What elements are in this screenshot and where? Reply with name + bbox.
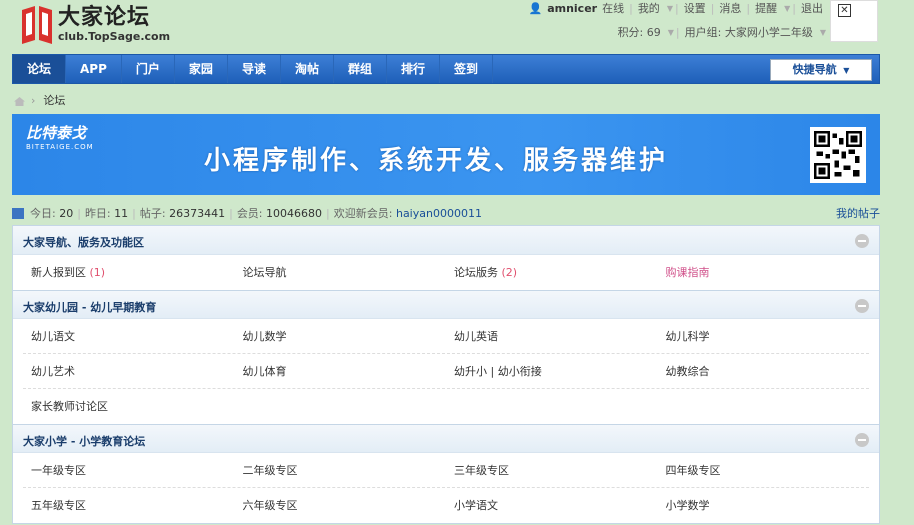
chart-icon (12, 207, 24, 219)
collapse-icon[interactable] (855, 299, 869, 313)
forum-item[interactable]: 幼儿语文 (23, 319, 235, 353)
my-posts-link[interactable]: 我的帖子 (836, 205, 880, 221)
forum-item[interactable]: 小学数学 (658, 488, 870, 523)
nav-forum[interactable]: 论坛 (13, 55, 67, 83)
stat-today: 20 (59, 206, 74, 220)
category-header: 大家幼儿园 - 幼儿早期教育 (13, 290, 879, 319)
banner-logo-sub: BITETAIGE.COM (26, 143, 94, 151)
stat-posts-label: 帖子: (139, 207, 166, 220)
forum-item[interactable]: 幼儿数学 (235, 319, 447, 353)
forum-item[interactable]: 幼儿英语 (446, 319, 658, 353)
stat-members-label: 会员: (236, 207, 263, 220)
chevron-down-icon: ▼ (840, 66, 850, 75)
forum-item[interactable]: 五年级专区 (23, 488, 235, 523)
forum-item[interactable]: 六年级专区 (235, 488, 447, 523)
stat-yesterday-label: 昨日: (84, 207, 111, 220)
chevron-down-icon: ▼ (667, 27, 674, 37)
nav-guide[interactable]: 导读 (228, 55, 281, 83)
menu-notifications[interactable]: 提醒 (750, 0, 782, 16)
nav-collection[interactable]: 淘帖 (281, 55, 334, 83)
breadcrumb-separator: › (31, 93, 36, 107)
nav-app[interactable]: APP (66, 55, 122, 83)
newest-member-link[interactable]: haiyan0000011 (396, 207, 482, 220)
logo-title: 大家论坛 (58, 4, 151, 30)
user-icon: 👤 (528, 1, 543, 15)
forum-item[interactable]: 幼教综合 (658, 354, 870, 388)
category-title[interactable]: 大家导航、版务及功能区 (23, 234, 144, 250)
breadcrumb-current[interactable]: 论坛 (43, 92, 65, 108)
category-title[interactable]: 大家幼儿园 - 幼儿早期教育 (23, 299, 156, 315)
new-post-count: (2) (501, 266, 518, 279)
forum-item[interactable]: 新人报到区 (1) (23, 255, 235, 290)
site-logo[interactable]: 大家论坛 club.TopSage.com (20, 4, 170, 44)
stat-today-label: 今日: (30, 207, 56, 220)
collapse-icon[interactable] (855, 433, 869, 447)
forum-item[interactable]: 三年级专区 (446, 453, 658, 487)
forum-row: 家长教师讨论区 (23, 389, 869, 424)
forum-item[interactable]: 一年级专区 (23, 453, 235, 487)
chevron-down-icon: ▼ (819, 27, 826, 37)
nav-portal[interactable]: 门户 (122, 55, 175, 83)
category-title[interactable]: 大家小学 - 小学教育论坛 (23, 433, 145, 449)
forum-row: 一年级专区 二年级专区 三年级专区 四年级专区 (23, 453, 869, 488)
nav-home[interactable]: 家园 (175, 55, 228, 83)
forum-list: 大家导航、版务及功能区 新人报到区 (1) 论坛导航 论坛版务 (2) 购课指南… (12, 225, 880, 524)
category-header: 大家小学 - 小学教育论坛 (13, 424, 879, 453)
menu-messages[interactable]: 消息 (714, 0, 746, 16)
ad-banner[interactable]: 比特泰戈 BITETAIGE.COM 小程序制作、系统开发、服务器维护 (12, 114, 880, 195)
home-icon[interactable] (14, 96, 25, 106)
quick-nav-label: 快捷导航 (792, 63, 837, 76)
forum-item[interactable]: 幼儿体育 (235, 354, 447, 388)
username-link[interactable]: amnicer (547, 2, 602, 15)
avatar[interactable]: ✕ (830, 0, 878, 42)
forum-item[interactable]: 幼儿科学 (658, 319, 870, 353)
book-logo-icon (20, 4, 54, 44)
close-icon[interactable]: ✕ (838, 4, 851, 17)
nav-checkin[interactable]: 签到 (440, 55, 494, 83)
stat-yesterday: 11 (114, 206, 129, 220)
points-link[interactable]: 积分: 69 (613, 24, 666, 40)
menu-settings[interactable]: 设置 (679, 0, 711, 16)
forum-item[interactable]: 论坛版务 (2) (446, 255, 658, 290)
new-post-count: (1) (89, 266, 106, 279)
nav-groups[interactable]: 群组 (334, 55, 387, 83)
chevron-down-icon: ▼ (784, 3, 791, 13)
forum-item[interactable]: 四年级专区 (658, 453, 870, 487)
forum-item[interactable]: 小学语文 (446, 488, 658, 523)
forum-row: 幼儿语文 幼儿数学 幼儿英语 幼儿科学 (23, 319, 869, 354)
collapse-icon[interactable] (855, 234, 869, 248)
stat-posts: 26373441 (169, 206, 226, 220)
banner-logo-text: 比特泰戈 (26, 124, 87, 142)
banner-slogan: 小程序制作、系统开发、服务器维护 (204, 146, 669, 176)
quick-nav-button[interactable]: 快捷导航 ▼ (770, 59, 872, 81)
breadcrumb: › 论坛 (14, 92, 65, 108)
user-bar: 👤 amnicer 在线 | 我的 ▼ | 设置 | 消息 | 提醒 ▼ | 退出 … (523, 0, 828, 40)
forum-row: 五年级专区 六年级专区 小学语文 小学数学 (23, 488, 869, 523)
qr-code-icon (810, 127, 866, 183)
banner-logo: 比特泰戈 BITETAIGE.COM (26, 122, 94, 151)
forum-item[interactable]: 购课指南 (658, 255, 870, 290)
forum-item[interactable]: 家长教师讨论区 (23, 389, 235, 424)
menu-my[interactable]: 我的 (633, 0, 665, 16)
forum-row: 新人报到区 (1) 论坛导航 论坛版务 (2) 购课指南 (23, 255, 869, 290)
main-nav: 论坛 APP 门户 家园 导读 淘帖 群组 排行 签到 快捷导航 ▼ (12, 54, 880, 84)
menu-logout[interactable]: 退出 (796, 0, 828, 16)
logo-subtitle: club.TopSage.com (58, 29, 171, 43)
welcome-label: 欢迎新会员: (333, 207, 393, 220)
category-header: 大家导航、版务及功能区 (13, 226, 879, 255)
stat-members: 10046680 (266, 206, 323, 220)
forum-item[interactable]: 二年级专区 (235, 453, 447, 487)
forum-item[interactable]: 论坛导航 (235, 255, 447, 290)
user-group-link[interactable]: 用户组: 大家网小学二年级 (680, 24, 818, 40)
forum-row: 幼儿艺术 幼儿体育 幼升小 | 幼小衔接 幼教综合 (23, 354, 869, 389)
chevron-down-icon: ▼ (666, 3, 673, 13)
forum-item[interactable]: 幼升小 | 幼小衔接 (446, 354, 658, 388)
forum-item[interactable]: 幼儿艺术 (23, 354, 235, 388)
forum-stats: 今日: 20 | 昨日: 11 | 帖子: 26373441 | 会员: 100… (12, 205, 880, 221)
nav-ranking[interactable]: 排行 (387, 55, 440, 83)
online-status: 在线 (602, 2, 625, 15)
